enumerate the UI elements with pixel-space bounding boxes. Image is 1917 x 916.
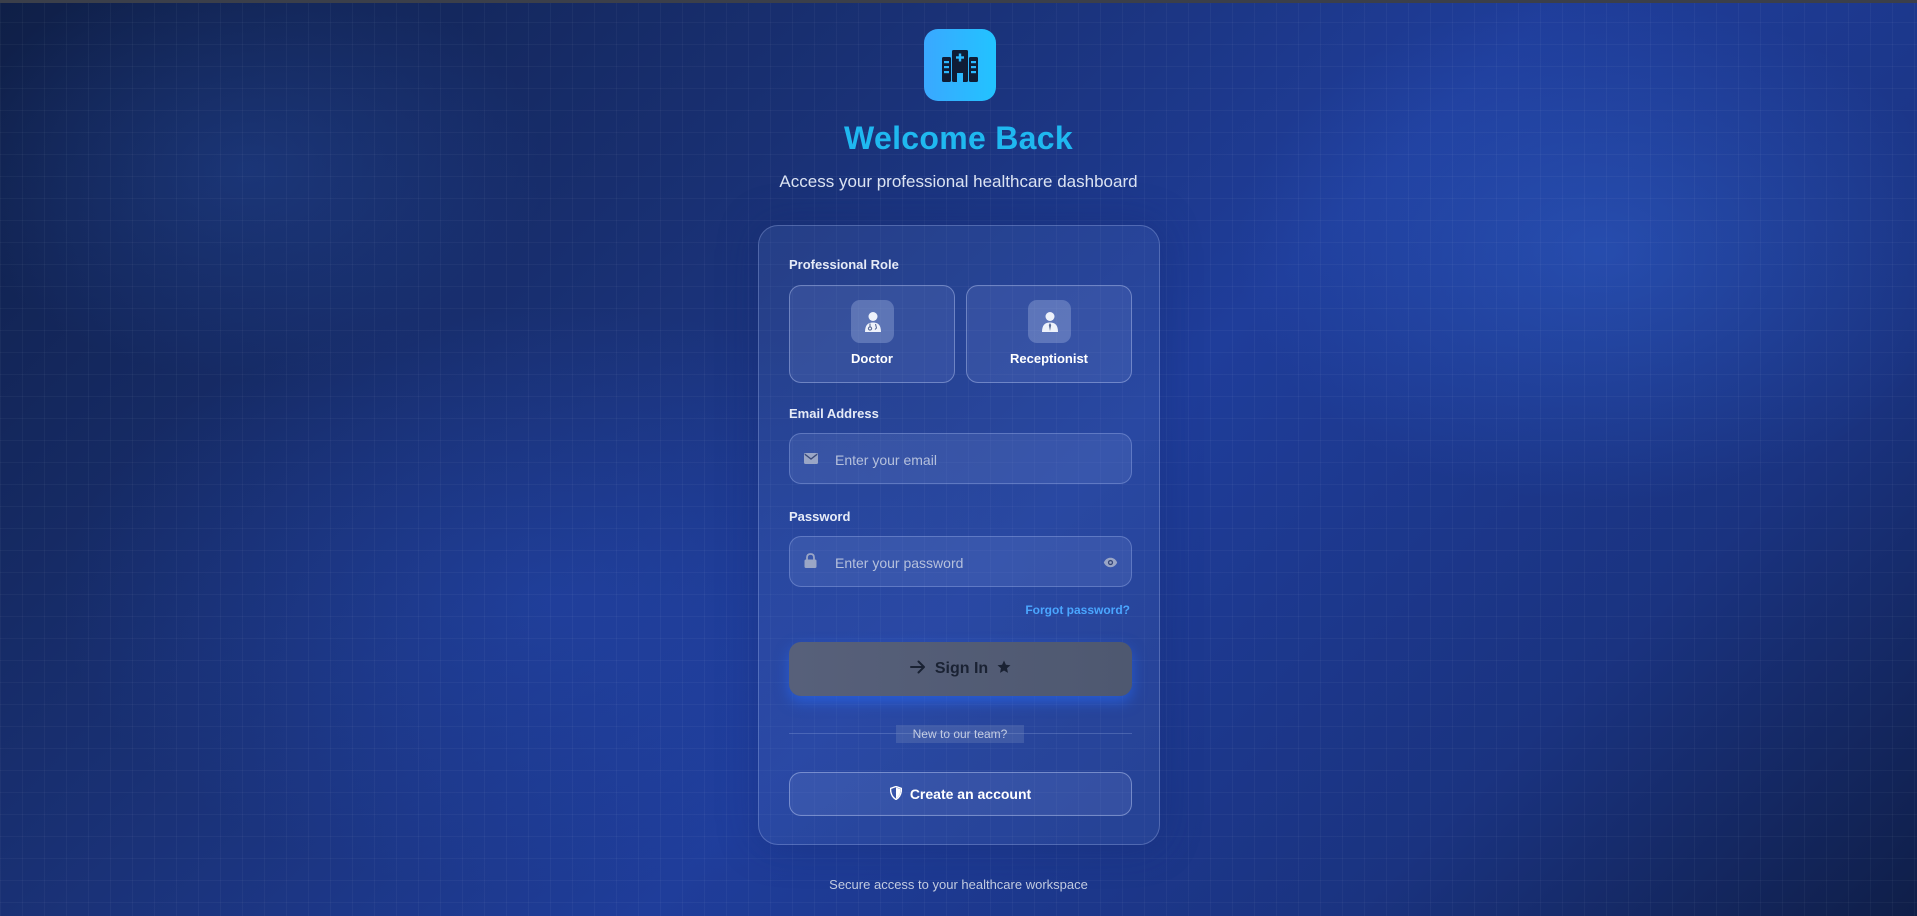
top-border — [0, 0, 1917, 3]
role-option-receptionist[interactable]: Receptionist — [966, 285, 1132, 383]
envelope-icon — [804, 451, 818, 469]
page-title: Welcome Back — [844, 120, 1073, 156]
email-input[interactable] — [833, 434, 1087, 485]
password-field[interactable] — [789, 536, 1132, 588]
password-input[interactable] — [833, 537, 1087, 588]
page-subtitle: Access your professional healthcare dash… — [779, 172, 1138, 191]
password-label: Password — [789, 509, 851, 524]
lock-icon — [804, 553, 817, 573]
role-option-label: Receptionist — [1009, 351, 1088, 366]
email-label: Email Address — [789, 406, 879, 421]
doctor-icon — [851, 300, 894, 343]
role-option-label: Doctor — [851, 351, 893, 366]
star-icon — [997, 660, 1011, 679]
role-label: Professional Role — [789, 257, 899, 272]
divider-text: New to our team? — [896, 725, 1024, 743]
receptionist-icon — [1028, 300, 1071, 343]
shield-icon — [889, 785, 903, 803]
forgot-password-link[interactable]: Forgot password? — [1025, 603, 1130, 617]
arrow-right-icon — [909, 660, 926, 679]
sign-in-button[interactable]: Sign In — [789, 642, 1132, 696]
login-card: Professional Role Doctor Receptionist Em… — [758, 225, 1160, 845]
hospital-icon — [924, 29, 996, 101]
create-account-label: Create an account — [909, 786, 1032, 802]
create-account-button[interactable]: Create an account — [789, 772, 1132, 816]
role-option-doctor[interactable]: Doctor — [789, 285, 955, 383]
eye-icon[interactable] — [1103, 555, 1118, 573]
email-field[interactable] — [789, 433, 1132, 485]
sign-in-label: Sign In — [934, 660, 989, 677]
footer-text: Secure access to your healthcare workspa… — [829, 877, 1088, 892]
